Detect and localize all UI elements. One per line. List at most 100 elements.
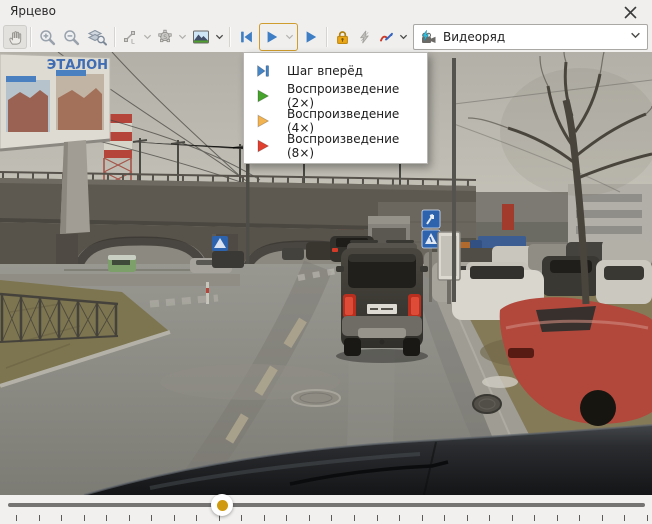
menu-item-play-4x[interactable]: Воспроизведение (4×) [244,108,427,133]
slider-handle-dot [217,500,228,511]
chevron-down-icon [285,33,294,41]
slider-tick [16,515,17,521]
slider-tick [241,515,242,521]
slider-tick [106,515,107,521]
measure-area-icon: S [157,29,173,45]
lock-icon [334,29,351,46]
image-view-button[interactable] [189,25,213,49]
zoom-out-button[interactable] [59,25,83,49]
svg-text:S: S [163,34,167,41]
measure-area-button[interactable]: S [154,25,176,49]
toolbar-separator [30,27,32,47]
zoom-in-icon [39,29,56,46]
slider-tick [286,515,287,521]
slider-tick [467,515,468,521]
menu-item-label: Шаг вперёд [287,64,363,78]
chevron-down-icon [178,33,187,41]
toolbar-separator [326,27,328,47]
billboard-text: ЭТАЛОН [47,58,108,73]
close-button[interactable] [622,4,638,20]
pan-tool-button[interactable] [3,25,27,49]
slider-ticks [16,515,648,522]
play-icon [255,113,271,129]
route-tool-button[interactable] [375,25,397,49]
slider-tick [354,515,355,521]
slider-tick [422,515,423,521]
play-icon [255,138,271,154]
measure-area-menu-button[interactable] [176,25,189,49]
timeline-slider [0,495,652,524]
chevron-down-icon [143,33,152,41]
toolbar: L S [0,22,652,52]
menu-item-label: Воспроизведение (2×) [287,82,427,110]
video-camera-lightning-icon [420,30,437,45]
suv-car [336,240,428,363]
play-button[interactable] [261,25,283,49]
layers-magnifier-icon [87,28,107,46]
route-tool-menu-button[interactable] [397,25,410,49]
hand-icon [7,29,24,46]
play-dropdown-menu: Шаг вперёд Воспроизведение (2×) Воспроиз… [243,52,428,164]
slider-tick [196,515,197,521]
chevron-down-icon [215,33,224,41]
slider-tick [512,515,513,521]
slider-tick [557,515,558,521]
slider-tick [331,515,332,521]
slider-tick [39,515,40,521]
slider-tick [602,515,603,521]
lightning-icon [357,29,372,45]
measure-line-menu-button[interactable] [141,25,154,49]
step-forward-icon [255,63,271,79]
slider-tick [444,515,445,521]
step-back-icon [238,29,255,45]
landscape-image-icon [192,29,210,45]
svg-text:L: L [131,38,135,46]
close-icon [624,6,637,19]
slider-tick [534,515,535,521]
menu-item-play-2x[interactable]: Воспроизведение (2×) [244,83,427,108]
toolbar-separator [114,27,116,47]
slider-tick [579,515,580,521]
layer-combobox-value: Видеоряд [443,30,505,44]
slider-tick [489,515,490,521]
slider-tick [264,515,265,521]
menu-item-label: Воспроизведение (4×) [287,107,427,135]
play-forward-button[interactable] [299,25,323,49]
image-view-menu-button[interactable] [213,25,226,49]
slider-tick [84,515,85,521]
slider-track[interactable] [8,503,645,507]
slider-tick [151,515,152,521]
play-button-group [259,23,298,51]
step-back-button[interactable] [234,25,258,49]
slider-tick [174,515,175,521]
slider-handle[interactable] [211,494,233,516]
measure-line-button[interactable]: L [119,25,141,49]
slider-tick [399,515,400,521]
slider-tick [647,515,648,521]
play-menu-button[interactable] [283,25,296,49]
zoom-layers-button[interactable] [83,25,111,49]
chevron-down-icon [399,33,408,41]
play-forward-icon [303,29,319,45]
combobox-chevron[interactable] [630,29,641,43]
lock-button[interactable] [331,25,353,49]
menu-item-step-forward[interactable]: Шаг вперёд [244,58,427,83]
slider-tick [129,515,130,521]
slider-tick [624,515,625,521]
slider-tick [61,515,62,521]
chevron-down-icon [630,31,641,40]
slider-tick [309,515,310,521]
toolbar-separator [229,27,231,47]
play-icon [264,29,280,45]
measure-line-icon: L [122,29,138,45]
route-curve-icon [378,29,395,45]
flash-tool-button[interactable] [353,25,375,49]
slider-tick [377,515,378,521]
window-title: Ярцево [10,4,56,18]
menu-item-label: Воспроизведение (8×) [287,132,427,160]
zoom-in-button[interactable] [35,25,59,49]
layer-combobox[interactable]: Видеоряд [413,24,648,50]
zoom-out-icon [63,29,80,46]
menu-item-play-8x[interactable]: Воспроизведение (8×) [244,133,427,158]
title-bar: Ярцево [0,0,652,22]
